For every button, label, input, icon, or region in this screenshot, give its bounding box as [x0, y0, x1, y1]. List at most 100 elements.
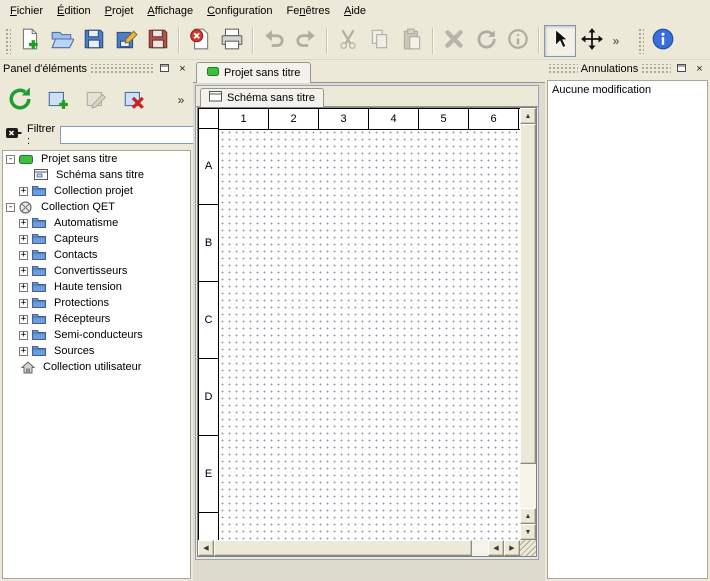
select-tool-button[interactable] [544, 25, 576, 57]
expand-expander-icon[interactable]: + [19, 187, 28, 196]
expand-expander-icon[interactable]: + [19, 235, 28, 244]
folder-icon [32, 185, 48, 198]
expand-expander-icon[interactable]: + [19, 251, 28, 260]
close-file-button[interactable] [184, 25, 216, 57]
print-button[interactable] [216, 25, 248, 57]
folder-icon [32, 329, 48, 342]
vertical-scroll-track[interactable] [520, 464, 536, 508]
scroll-right-button[interactable]: ▶ [504, 540, 520, 556]
menu-accel: F [10, 5, 17, 17]
expand-expander-icon[interactable]: + [19, 315, 28, 324]
copy-button[interactable] [364, 25, 396, 57]
tree-item-haute-tension[interactable]: + Haute tension [3, 279, 190, 295]
expand-expander-icon[interactable]: + [19, 347, 28, 356]
menu-edition[interactable]: Édition [50, 2, 98, 20]
home-icon [21, 361, 37, 374]
collapse-expander-icon[interactable]: - [6, 155, 15, 164]
scroll-left-button[interactable]: ◀ [488, 540, 504, 556]
cut-button[interactable] [332, 25, 364, 57]
undo-button[interactable] [258, 25, 290, 57]
menu-aide[interactable]: Aide [337, 2, 373, 20]
row-header: E [199, 436, 219, 513]
menu-fichier[interactable]: Fichier [3, 2, 50, 20]
clear-filter-icon[interactable] [5, 126, 22, 144]
horizontal-scrollbar[interactable]: ◀ ◀ ▶ [198, 540, 520, 556]
pan-tool-button[interactable] [576, 25, 608, 57]
delete-element-button[interactable] [118, 83, 150, 117]
redo-button[interactable] [290, 25, 322, 57]
reload-collections-button[interactable] [4, 83, 36, 117]
dock-close-button[interactable]: × [175, 62, 190, 76]
vertical-scroll-thumb[interactable] [520, 124, 536, 464]
diagram-canvas[interactable]: 1 2 3 4 5 6 A B C D [198, 108, 520, 540]
dock-float-button[interactable] [674, 62, 689, 76]
toolbar-grip[interactable] [638, 28, 644, 54]
about-button[interactable] [647, 25, 679, 57]
horizontal-scroll-track[interactable] [472, 540, 488, 556]
tree-item-protections[interactable]: + Protections [3, 295, 190, 311]
tree-item-collection-projet[interactable]: + Collection projet [3, 183, 190, 199]
collapse-expander-icon[interactable]: - [6, 203, 15, 212]
toolbar-grip[interactable] [5, 28, 11, 54]
paste-button[interactable] [396, 25, 428, 57]
panel-toolbar-overflow-button[interactable]: » [173, 86, 189, 114]
save-all-button[interactable] [142, 25, 174, 57]
filter-row: Filtrer : [0, 122, 193, 148]
tree-item-automatisme[interactable]: + Automatisme [3, 215, 190, 231]
tree-item-capteurs[interactable]: + Capteurs [3, 231, 190, 247]
save-button[interactable] [78, 25, 110, 57]
delete-button[interactable] [438, 25, 470, 57]
dock-close-button[interactable]: × [692, 62, 707, 76]
tree-item-semi-conducteurs[interactable]: + Semi-conducteurs [3, 327, 190, 343]
tab-projet-sans-titre[interactable]: Projet sans titre [196, 62, 311, 83]
open-file-button[interactable] [46, 25, 78, 57]
properties-button[interactable] [502, 25, 534, 57]
toolbar-overflow-button[interactable]: » [608, 27, 624, 55]
folder-icon [32, 345, 48, 358]
undo-list[interactable]: Aucune modification [547, 80, 708, 579]
scroll-up-button[interactable]: ▲ [520, 508, 536, 524]
horizontal-scroll-thumb[interactable] [214, 540, 472, 556]
grid-dots [219, 129, 520, 540]
new-file-button[interactable] [14, 25, 46, 57]
project-icon [207, 67, 219, 79]
scroll-left-button[interactable]: ◀ [198, 540, 214, 556]
scroll-down-button[interactable]: ▼ [520, 524, 536, 540]
rotate-button[interactable] [470, 25, 502, 57]
scroll-up-button[interactable]: ▲ [520, 108, 536, 124]
tree-item-sources[interactable]: + Sources [3, 343, 190, 359]
tree-item-schema-sans-titre[interactable]: Schéma sans titre [3, 167, 190, 183]
filter-input[interactable] [60, 126, 210, 144]
vertical-scrollbar[interactable]: ▲ ▲ ▼ [520, 108, 536, 540]
expand-expander-icon[interactable]: + [19, 283, 28, 292]
info-gray-icon [506, 27, 530, 54]
tree-item-projet-sans-titre[interactable]: - Projet sans titre [3, 151, 190, 167]
new-element-button[interactable] [42, 83, 74, 117]
expand-expander-icon[interactable]: + [19, 299, 28, 308]
tree-item-contacts[interactable]: + Contacts [3, 247, 190, 263]
menu-configuration[interactable]: Configuration [200, 2, 279, 20]
dock-float-button[interactable] [157, 62, 172, 76]
edit-element-button[interactable] [80, 83, 112, 117]
undo-dock: Annulations × Aucune modification [545, 60, 710, 581]
tree-item-recepteurs[interactable]: + Récepteurs [3, 311, 190, 327]
float-icon [160, 64, 169, 74]
tree-item-collection-qet[interactable]: - Collection QET [3, 199, 190, 215]
resize-grip[interactable] [520, 540, 536, 556]
tree-item-convertisseurs[interactable]: + Convertisseurs [3, 263, 190, 279]
column-header: 5 [418, 109, 468, 130]
tab-schema-sans-titre[interactable]: Schéma sans titre [200, 88, 324, 107]
menu-affichage[interactable]: Affichage [140, 2, 200, 20]
expand-expander-icon[interactable]: + [19, 331, 28, 340]
expand-expander-icon[interactable]: + [19, 219, 28, 228]
undo-dock-titlebar[interactable]: Annulations × [545, 60, 710, 78]
menu-fenetres[interactable]: Fenêtres [280, 2, 337, 20]
save-as-button[interactable] [110, 25, 142, 57]
elements-panel-titlebar[interactable]: Panel d'éléments × [0, 60, 193, 78]
tree-item-collection-utilisateur[interactable]: Collection utilisateur [3, 359, 190, 375]
paste-icon [400, 27, 424, 54]
menu-projet[interactable]: Projet [98, 2, 141, 20]
tree-item-label: Automatisme [52, 217, 120, 229]
expand-expander-icon[interactable]: + [19, 267, 28, 276]
tab-label: Projet sans titre [224, 67, 300, 79]
